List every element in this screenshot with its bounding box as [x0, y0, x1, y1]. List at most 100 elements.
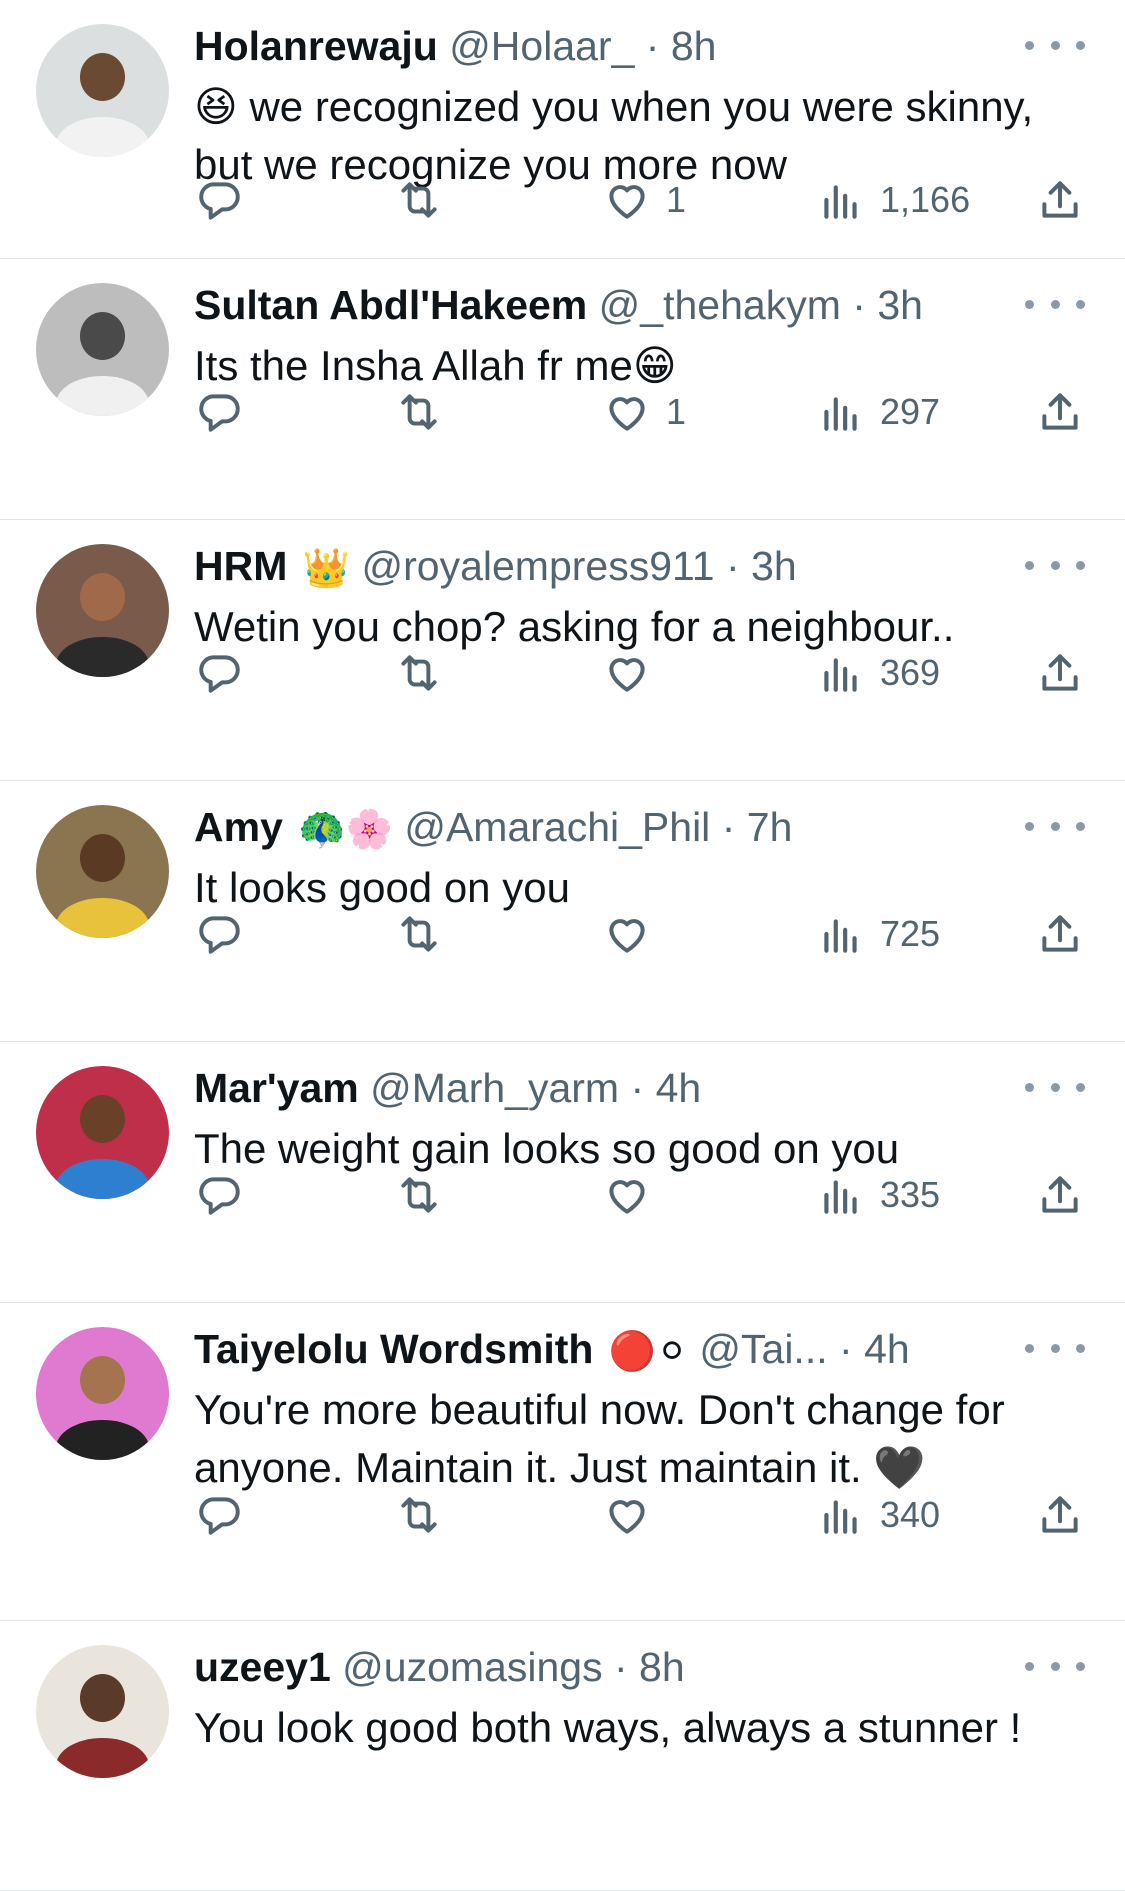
- views-icon: [816, 648, 866, 698]
- user-handle[interactable]: @Tai...: [699, 1326, 827, 1372]
- heart-icon: [602, 1170, 652, 1220]
- retweet-button[interactable]: [394, 1165, 444, 1225]
- more-icon[interactable]: [1025, 811, 1085, 841]
- avatar-torso: [55, 1159, 150, 1199]
- like-button[interactable]: [602, 904, 652, 964]
- reply-button[interactable]: [194, 643, 244, 703]
- timestamp[interactable]: 4h: [864, 1326, 910, 1372]
- views-button[interactable]: 340: [816, 1485, 940, 1545]
- display-name[interactable]: Amy: [194, 804, 283, 850]
- tweet[interactable]: Mar'yam @Marh_yarm · 4h The weight gain l…: [0, 1042, 1125, 1303]
- tweet-body: You're more beautiful now. Don't change …: [194, 1386, 1005, 1491]
- tweet-header: Amy 🦚🌸 @Amarachi_Phil · 7h: [194, 797, 1015, 857]
- heart-icon: [602, 387, 652, 437]
- reply-icon: [194, 387, 244, 437]
- timestamp[interactable]: 8h: [639, 1644, 685, 1690]
- reply-button[interactable]: [194, 1165, 244, 1225]
- display-name[interactable]: Taiyelolu Wordsmith: [194, 1326, 593, 1372]
- views-count: 297: [880, 391, 941, 432]
- user-handle[interactable]: @Amarachi_Phil: [404, 804, 710, 850]
- tweet-body: You look good both ways, always a stunne…: [194, 1704, 1022, 1751]
- views-button[interactable]: 1,166: [816, 170, 970, 230]
- views-button[interactable]: 335: [816, 1165, 940, 1225]
- like-button[interactable]: 1: [602, 170, 686, 230]
- avatar[interactable]: [36, 1066, 169, 1199]
- timestamp[interactable]: 3h: [751, 543, 797, 589]
- more-icon[interactable]: [1025, 1651, 1085, 1681]
- more-icon[interactable]: [1025, 289, 1085, 319]
- avatar[interactable]: [36, 544, 169, 677]
- more-icon[interactable]: [1025, 1072, 1085, 1102]
- timestamp[interactable]: 3h: [877, 282, 923, 328]
- reply-button[interactable]: [194, 382, 244, 442]
- reply-icon: [194, 1170, 244, 1220]
- user-handle[interactable]: @royalempress911: [362, 543, 715, 589]
- tweet[interactable]: HRM 👑 @royalempress911 · 3h Wetin you cho…: [0, 520, 1125, 781]
- more-icon[interactable]: [1025, 1333, 1085, 1363]
- tweet[interactable]: Taiyelolu Wordsmith 🔴⚪ @Tai... · 4h You'r…: [0, 1303, 1125, 1621]
- more-icon[interactable]: [1025, 550, 1085, 580]
- heart-icon: [602, 648, 652, 698]
- avatar[interactable]: [36, 283, 169, 416]
- share-button[interactable]: [1035, 643, 1085, 703]
- user-handle[interactable]: @uzomasings: [342, 1644, 602, 1690]
- avatar-torso: [55, 637, 150, 677]
- name-emoji: 🔴⚪: [608, 1331, 688, 1374]
- separator-dot: ·: [852, 282, 866, 328]
- retweet-button[interactable]: [394, 170, 444, 230]
- like-button[interactable]: [602, 1485, 652, 1545]
- avatar[interactable]: [36, 24, 169, 157]
- retweet-button[interactable]: [394, 1485, 444, 1545]
- reply-button[interactable]: [194, 904, 244, 964]
- heart-icon: [602, 1490, 652, 1540]
- avatar[interactable]: [36, 1645, 169, 1778]
- like-button[interactable]: 1: [602, 382, 686, 442]
- share-button[interactable]: [1035, 1165, 1085, 1225]
- avatar[interactable]: [36, 1327, 169, 1460]
- views-button[interactable]: 297: [816, 382, 940, 442]
- retweet-button[interactable]: [394, 382, 444, 442]
- tweet[interactable]: Holanrewaju @Holaar_ · 8h 😆 we recognized…: [0, 0, 1125, 259]
- display-name[interactable]: uzeey1: [194, 1644, 331, 1690]
- action-bar: 1 1,166: [194, 170, 1085, 230]
- retweet-button[interactable]: [394, 643, 444, 703]
- views-icon: [816, 909, 866, 959]
- user-handle[interactable]: @Marh_yarm: [370, 1065, 619, 1111]
- avatar-torso: [55, 898, 150, 938]
- retweet-icon: [394, 648, 444, 698]
- timestamp[interactable]: 7h: [747, 804, 793, 850]
- views-count: 340: [880, 1494, 941, 1535]
- separator-dot: ·: [645, 23, 660, 69]
- display-name[interactable]: Mar'yam: [194, 1065, 359, 1111]
- avatar[interactable]: [36, 805, 169, 938]
- views-button[interactable]: 369: [816, 643, 940, 703]
- reply-feed: Holanrewaju @Holaar_ · 8h 😆 we recognized…: [0, 0, 1125, 1891]
- reply-button[interactable]: [194, 1485, 244, 1545]
- reply-button[interactable]: [194, 170, 244, 230]
- share-icon: [1035, 175, 1085, 225]
- laughing-emoji: 😆: [194, 83, 238, 130]
- like-button[interactable]: [602, 1165, 652, 1225]
- like-button[interactable]: [602, 643, 652, 703]
- timestamp[interactable]: 4h: [656, 1065, 702, 1111]
- user-handle[interactable]: @Holaar_: [449, 23, 634, 69]
- display-name[interactable]: Holanrewaju: [194, 23, 438, 69]
- share-button[interactable]: [1035, 1485, 1085, 1545]
- share-button[interactable]: [1035, 170, 1085, 230]
- tweet[interactable]: Sultan Abdl'Hakeem @_thehakym · 3h Its th…: [0, 259, 1125, 520]
- timestamp[interactable]: 8h: [671, 23, 717, 69]
- tweet[interactable]: uzeey1 @uzomasings · 8h You look good bot…: [0, 1621, 1125, 1891]
- share-button[interactable]: [1035, 904, 1085, 964]
- tweet[interactable]: Amy 🦚🌸 @Amarachi_Phil · 7h It looks good …: [0, 781, 1125, 1042]
- more-icon[interactable]: [1025, 30, 1085, 60]
- share-icon: [1035, 1170, 1085, 1220]
- avatar-torso: [55, 1420, 150, 1460]
- user-handle[interactable]: @_thehakym: [599, 282, 841, 328]
- retweet-button[interactable]: [394, 904, 444, 964]
- heart-icon: [602, 909, 652, 959]
- display-name[interactable]: HRM: [194, 543, 287, 589]
- views-button[interactable]: 725: [816, 904, 940, 964]
- display-name[interactable]: Sultan Abdl'Hakeem: [194, 282, 587, 328]
- share-button[interactable]: [1035, 382, 1085, 442]
- tweet-header: Sultan Abdl'Hakeem @_thehakym · 3h: [194, 275, 1015, 335]
